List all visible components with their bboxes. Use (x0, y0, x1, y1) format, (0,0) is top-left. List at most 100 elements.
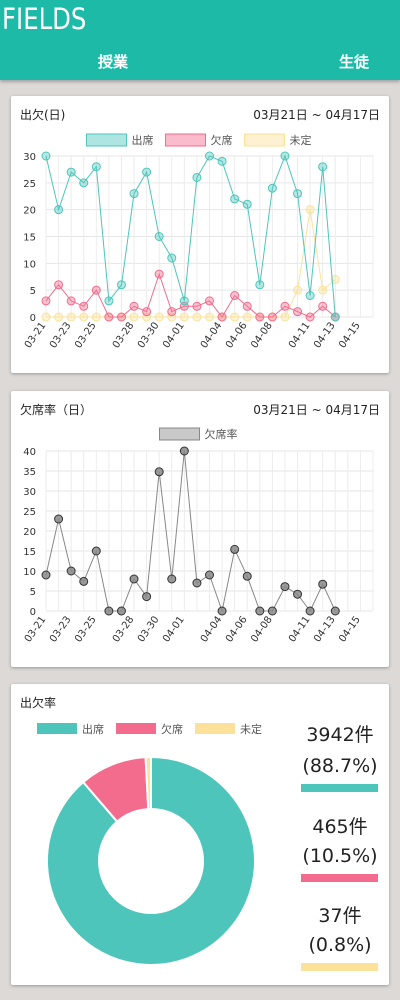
data-point (179, 446, 189, 456)
data-point (154, 269, 164, 279)
y-tick-label: 35 (23, 467, 36, 478)
data-point (217, 156, 227, 166)
data-point (79, 576, 89, 586)
data-point (54, 205, 64, 215)
attendance-ratio-card: 出欠率 出席 欠席 未定 3942件 (88.7%) 465件 (10.5%) 37… (11, 684, 389, 985)
x-tick-label: 04-04 (199, 614, 225, 644)
data-point (41, 312, 51, 322)
data-point (116, 312, 126, 322)
y-tick-label: 0 (30, 607, 36, 618)
x-tick-label: 04-15 (337, 614, 363, 644)
x-tick-label: 03-30 (136, 320, 162, 350)
y-tick-label: 5 (30, 286, 36, 297)
x-tick-label: 03-28 (111, 614, 137, 644)
data-point (242, 312, 252, 322)
data-point (129, 574, 139, 584)
x-tick-label: 03-21 (23, 320, 49, 350)
data-point (116, 280, 126, 290)
data-point (154, 232, 164, 241)
data-point (255, 280, 265, 290)
x-tick-label: 03-21 (23, 614, 49, 644)
data-point (205, 570, 214, 580)
x-tick-label: 03-23 (48, 614, 74, 644)
legend-swatch-2 (244, 133, 285, 147)
data-point (66, 167, 76, 177)
absence-rate-card: 欠席率（日） 03月21日 ~ 04月17日 欠席率 0 5 10 15 20 25 30 35… (11, 391, 389, 667)
data-point (217, 606, 227, 616)
legend-label-1: 欠席 (161, 722, 183, 736)
data-point (267, 606, 277, 616)
data-point (230, 291, 240, 301)
data-point (179, 312, 189, 322)
data-point (116, 606, 126, 616)
x-tick-label: 03-30 (136, 614, 162, 644)
data-point (41, 570, 51, 580)
legend-swatch-1 (116, 723, 156, 734)
data-point (179, 296, 189, 306)
x-tick-label: 03-25 (73, 320, 99, 350)
data-point (293, 307, 303, 317)
x-tick-label: 04-08 (249, 614, 275, 644)
y-tick-label: 20 (23, 527, 36, 538)
legend-swatch-2 (195, 723, 235, 734)
data-point (129, 301, 139, 311)
data-point (104, 296, 114, 306)
data-point (330, 312, 340, 322)
legend-label-0: 欠席率 (205, 427, 238, 441)
data-point (104, 606, 114, 616)
y-tick-label: 25 (23, 179, 36, 190)
data-point (41, 151, 51, 161)
legend-label-1: 欠席 (211, 133, 233, 147)
data-point (129, 312, 139, 322)
data-point (205, 312, 214, 322)
tab-students[interactable]: 生徒 (339, 51, 369, 72)
data-point (293, 285, 303, 295)
y-tick-label: 30 (23, 487, 36, 498)
data-point (305, 291, 315, 301)
x-tick-label: 04-11 (287, 320, 313, 350)
y-tick-label: 10 (23, 567, 36, 578)
data-point (230, 194, 240, 204)
data-point (192, 172, 202, 182)
absent-count: 465件 (312, 816, 368, 838)
absence-rate-line-chart: 欠席率051015202530354003-21 03-23 03-25 03-28 0… (23, 427, 374, 645)
attendance-line-chart: 出席 欠席 未定 0 5 10 15 20 25 30 03-21 03-23 03-25 03-28 03… (23, 133, 374, 351)
data-point (129, 189, 139, 199)
data-point (318, 285, 328, 295)
tab-lessons[interactable]: 授業 (98, 51, 128, 72)
x-tick-label: 04-06 (224, 614, 250, 644)
y-tick-label: 25 (23, 507, 36, 518)
data-point (154, 467, 164, 477)
attendance-card: 出欠(日) 03月21日 ~ 04月17日 出席 欠席 未定 0 5 10 15 20 25 30… (11, 96, 389, 373)
data-point (330, 606, 340, 616)
data-point (267, 312, 277, 322)
data-point (305, 606, 315, 616)
data-point (242, 301, 252, 311)
data-point (318, 301, 328, 311)
present-percent: (88.7%) (302, 755, 378, 777)
y-tick-label: 40 (23, 447, 36, 458)
x-tick-label: 03-25 (73, 614, 99, 644)
data-point (255, 606, 265, 616)
data-point (217, 312, 227, 322)
data-point (91, 546, 101, 556)
y-tick-label: 20 (23, 206, 36, 217)
data-point (142, 307, 152, 317)
data-point (318, 579, 328, 589)
x-tick-label: 04-04 (199, 320, 225, 350)
y-tick-label: 15 (23, 233, 36, 244)
legend-swatch-0 (37, 723, 77, 734)
x-tick-label: 04-08 (249, 320, 275, 350)
y-tick-label: 10 (23, 259, 36, 270)
data-point (79, 312, 89, 322)
data-point (280, 582, 290, 592)
data-point (142, 592, 152, 602)
legend-label-2: 未定 (290, 133, 312, 147)
data-point (192, 312, 202, 322)
data-point (66, 566, 76, 576)
y-tick-label: 5 (30, 587, 36, 598)
data-point (41, 296, 51, 306)
legend-swatch-0 (159, 427, 200, 441)
data-point (167, 574, 177, 584)
data-point (91, 312, 101, 322)
